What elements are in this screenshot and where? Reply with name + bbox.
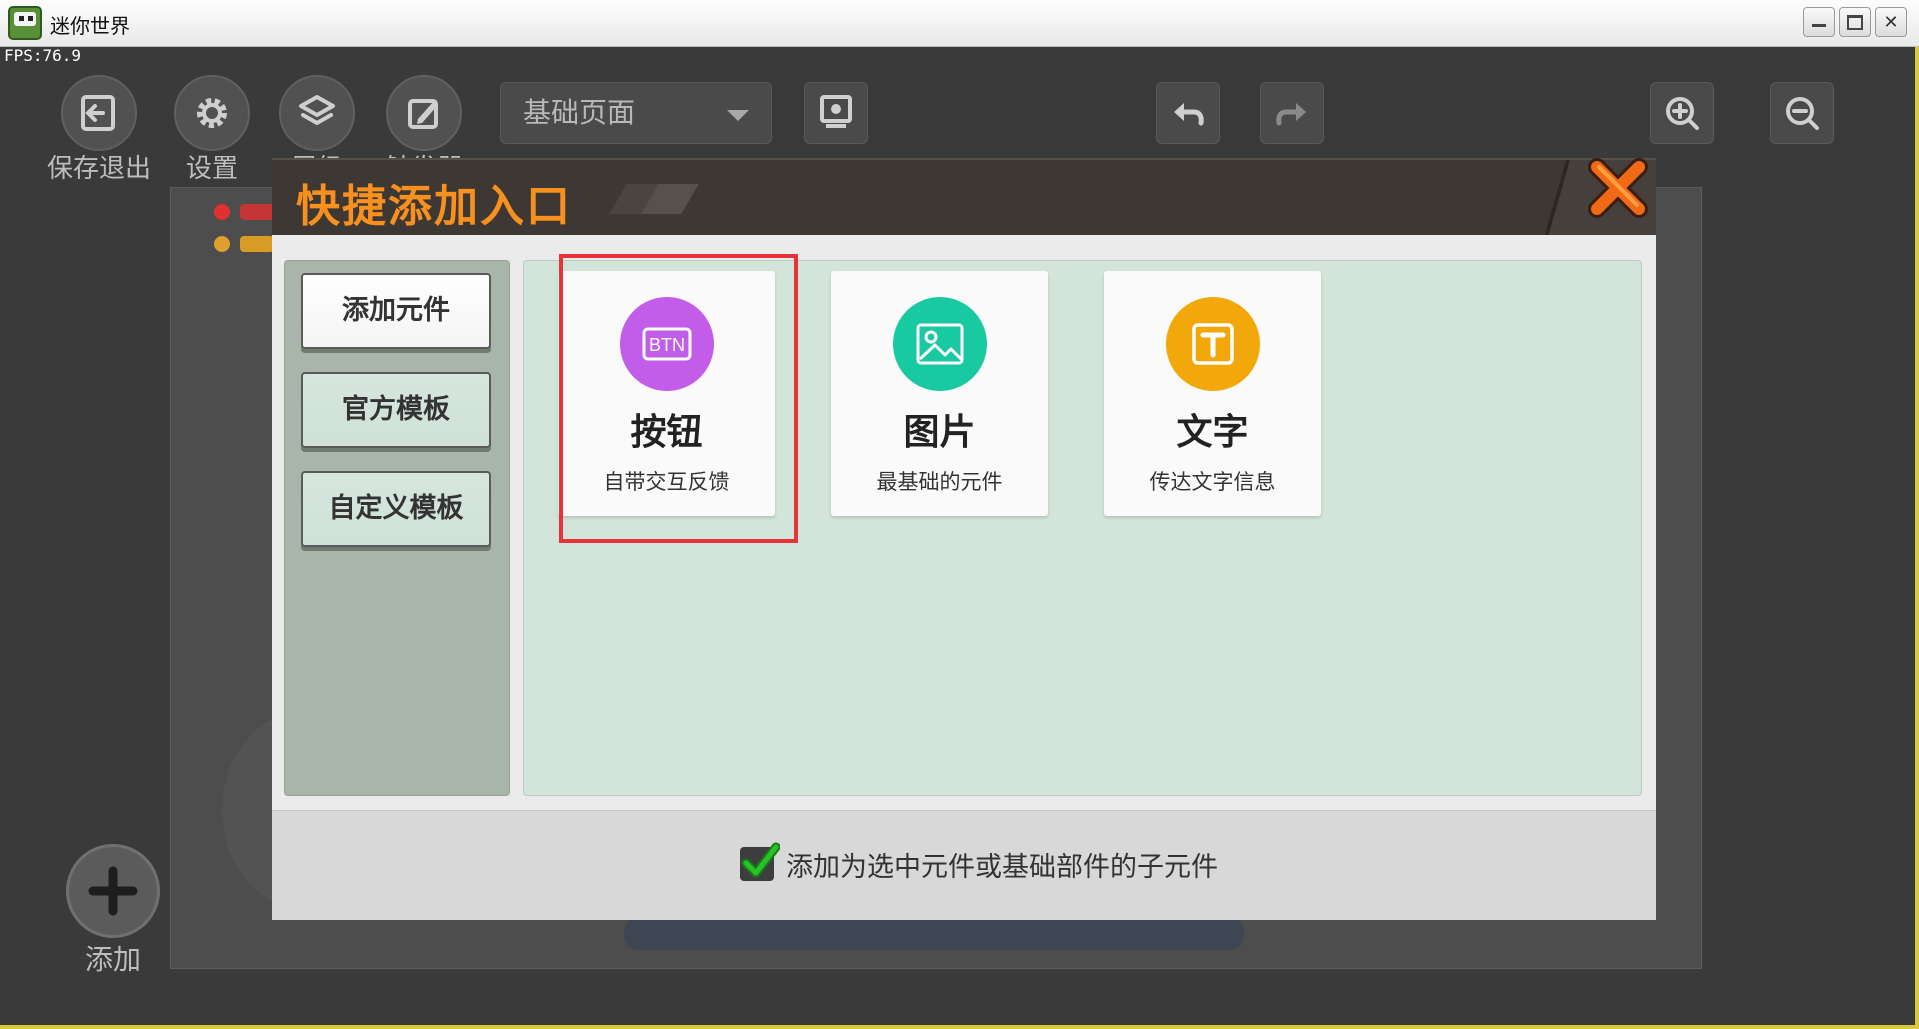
monitor-icon [820,95,852,128]
redo-button[interactable] [1260,82,1324,144]
zoom-in-icon [1666,97,1699,130]
close-icon [1588,158,1648,218]
quick-add-dialog: 快捷添加入口 添加元件 官方模板 自定义模板 BTN 按钮 自带交互反馈 图片 … [272,158,1656,920]
tab-add-component[interactable]: 添加元件 [301,273,491,349]
maximize-button[interactable] [1839,7,1871,37]
card-title: 文字 [1176,412,1249,453]
card-subtitle: 传达文字信息 [1149,470,1276,494]
preview-button[interactable] [804,82,868,144]
zoom-out-button[interactable] [1770,82,1834,144]
page-select-dropdown[interactable]: 基础页面 [500,82,772,144]
dialog-body: 添加元件 官方模板 自定义模板 BTN 按钮 自带交互反馈 图片 最基础的元件 … [272,235,1656,810]
gear-icon [197,98,227,128]
close-dialog-button[interactable] [1582,150,1654,226]
app-logo-icon [8,6,42,40]
window-titlebar: 迷你世界 ✕ [0,0,1919,47]
exit-icon [81,95,115,131]
settings-button[interactable] [174,75,250,151]
heart-icon [214,204,230,220]
edit-icon [408,99,438,129]
save-exit-label: 保存退出 [46,154,151,184]
zoom-in-button[interactable] [1650,82,1714,144]
layers-button[interactable] [279,75,355,151]
hunger-bar [240,236,274,252]
dialog-header: 快捷添加入口 [272,158,1656,237]
card-subtitle: 最基础的元件 [876,470,1003,494]
add-as-child-checkbox[interactable] [740,842,780,881]
settings-label: 设置 [185,154,238,184]
window-border [1915,47,1919,1029]
add-button[interactable] [66,844,160,938]
add-label: 添加 [84,943,141,976]
undo-button[interactable] [1156,82,1220,144]
checkmark-icon [741,842,780,878]
add-as-child-label[interactable]: 添加为选中元件或基础部件的子元件 [786,845,1218,884]
card-title: 图片 [903,412,976,453]
save-exit-button[interactable] [61,75,137,151]
dialog-title: 快捷添加入口 [296,181,572,232]
health-bar [240,204,274,220]
hotbar-preview [624,918,1244,950]
zoom-out-icon [1786,97,1819,130]
selection-highlight [559,254,798,543]
text-icon [1166,297,1260,391]
image-icon [893,297,987,391]
fps-counter: FPS:76.9 [4,46,82,65]
trigger-button[interactable] [386,75,462,151]
minimize-button[interactable] [1803,7,1835,37]
window-border-bottom [0,1025,1919,1029]
tab-official-template[interactable]: 官方模板 [301,372,491,448]
dialog-footer: 添加为选中元件或基础部件的子元件 [272,810,1656,920]
plus-icon [88,866,138,916]
chevron-down-icon [727,110,749,121]
close-window-button[interactable]: ✕ [1875,7,1907,37]
category-sidebar: 添加元件 官方模板 自定义模板 [284,260,510,796]
redo-icon [1276,103,1306,126]
undo-icon [1174,103,1204,126]
window-title: 迷你世界 [50,14,130,38]
hunger-icon [214,236,230,252]
component-card-text[interactable]: 文字 传达文字信息 [1104,271,1321,516]
tab-custom-template[interactable]: 自定义模板 [301,471,491,547]
layers-icon [299,95,335,125]
page-select-value: 基础页面 [523,96,636,129]
component-card-image[interactable]: 图片 最基础的元件 [831,271,1048,516]
